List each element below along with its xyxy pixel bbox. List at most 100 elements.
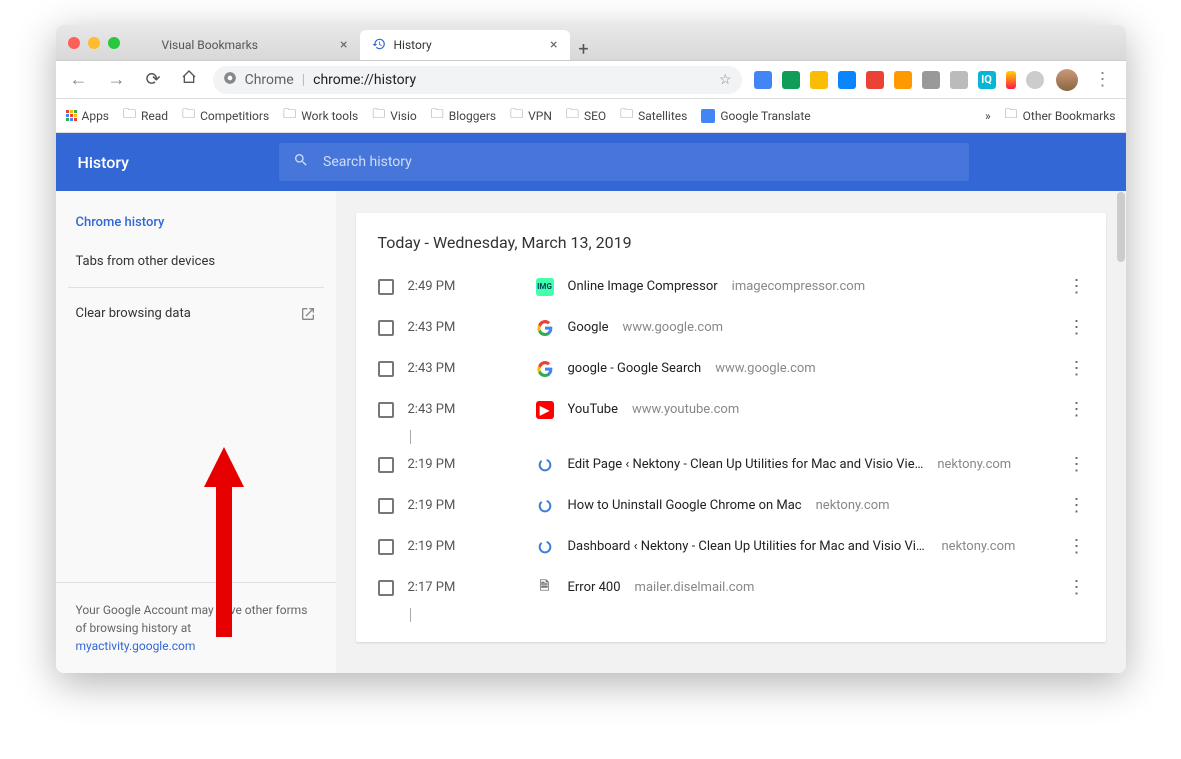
history-row[interactable]: 2:19 PMEdit Page ‹ Nektony - Clean Up Ut… <box>356 444 1106 485</box>
close-tab-icon[interactable]: × <box>340 37 347 53</box>
timeline-tick <box>410 608 1106 622</box>
history-row[interactable]: 2:43 PM▶YouTubewww.youtube.com⋮ <box>356 389 1106 430</box>
row-time: 2:17 PM <box>408 580 478 595</box>
history-row[interactable]: 2:19 PMDashboard ‹ Nektony - Clean Up Ut… <box>356 526 1106 567</box>
minimize-window-button[interactable] <box>88 37 100 49</box>
bookmark-other-bookmarks[interactable]: 🗀Other Bookmarks <box>1005 105 1116 127</box>
search-history-input[interactable]: Search history <box>279 143 969 181</box>
row-domain: imagecompressor.com <box>732 279 865 294</box>
row-title[interactable]: Edit Page ‹ Nektony - Clean Up Utilities… <box>568 457 924 472</box>
row-title[interactable]: Online Image Compressor <box>568 279 718 294</box>
scrollbar[interactable] <box>1116 191 1126 673</box>
forward-button[interactable]: → <box>104 65 130 94</box>
row-title[interactable]: Error 400 <box>568 580 621 595</box>
translate-icon <box>701 109 715 123</box>
tab-visual-bookmarks[interactable]: Visual Bookmarks × <box>150 30 360 60</box>
row-more-button[interactable]: ⋮ <box>1068 536 1084 557</box>
extension-bookmark-icon[interactable] <box>1006 71 1016 89</box>
row-time: 2:43 PM <box>408 320 478 335</box>
bookmark-folder-work-tools[interactable]: 🗀Work tools <box>283 105 358 127</box>
sidebar-tabs-other-devices[interactable]: Tabs from other devices <box>56 242 336 281</box>
row-checkbox[interactable] <box>378 580 394 596</box>
bookmark-folder-visio[interactable]: 🗀Visio <box>372 105 417 127</box>
scroll-thumb[interactable] <box>1117 192 1125 262</box>
row-title[interactable]: google - Google Search <box>568 361 702 376</box>
row-checkbox[interactable] <box>378 539 394 555</box>
extension-moz-icon[interactable] <box>894 71 912 89</box>
row-domain: nektony.com <box>937 457 1011 472</box>
bookmark-overflow-button[interactable]: » <box>985 109 991 123</box>
folder-icon: 🗀 <box>510 105 523 127</box>
address-bar[interactable]: Chrome | chrome://history ☆ <box>213 66 742 94</box>
bookmark-google-translate[interactable]: Google Translate <box>701 109 810 123</box>
apps-shortcut[interactable]: Apps <box>66 109 110 123</box>
extension-iq-icon[interactable]: IQ <box>978 71 996 89</box>
row-time: 2:43 PM <box>408 361 478 376</box>
row-more-button[interactable]: ⋮ <box>1068 358 1084 379</box>
sidebar-clear-browsing-data[interactable]: Clear browsing data <box>56 294 336 333</box>
extension-seoquake-icon[interactable] <box>866 71 884 89</box>
history-card: Today - Wednesday, March 13, 2019 2:49 P… <box>356 213 1106 642</box>
sidebar-chrome-history[interactable]: Chrome history <box>56 203 336 242</box>
row-title[interactable]: Google <box>568 320 609 335</box>
row-more-button[interactable]: ⋮ <box>1068 577 1084 598</box>
extension-similarweb-icon[interactable] <box>810 71 828 89</box>
bookmark-folder-competitors[interactable]: 🗀Competitiors <box>182 105 269 127</box>
row-checkbox[interactable] <box>378 279 394 295</box>
history-row[interactable]: 2:43 PMGooglewww.google.com⋮ <box>356 307 1106 348</box>
row-checkbox[interactable] <box>378 498 394 514</box>
close-window-button[interactable] <box>68 37 80 49</box>
page-title: History <box>78 153 130 172</box>
extension-privacy-icon[interactable] <box>950 71 968 89</box>
history-row[interactable]: 2:19 PM How to Uninstall Google Chrome on… <box>356 485 1106 526</box>
new-tab-button[interactable]: + <box>570 39 598 60</box>
footer-link-myactivity[interactable]: myactivity.google.com <box>76 639 196 653</box>
tab-history[interactable]: History × <box>360 30 570 60</box>
row-checkbox[interactable] <box>378 361 394 377</box>
row-more-button[interactable]: ⋮ <box>1068 399 1084 420</box>
row-more-button[interactable]: ⋮ <box>1068 495 1084 516</box>
sidebar-footer: Your Google Account may have other forms… <box>56 582 336 673</box>
extension-adblock-icon[interactable] <box>922 71 940 89</box>
tab-label: Visual Bookmarks <box>162 38 258 52</box>
row-more-button[interactable]: ⋮ <box>1068 317 1084 338</box>
bookmark-folder-bloggers[interactable]: 🗀Bloggers <box>431 105 496 127</box>
extension-misc-icon[interactable] <box>1026 71 1044 89</box>
maximize-window-button[interactable] <box>108 37 120 49</box>
bookmark-star-icon[interactable]: ☆ <box>719 72 732 88</box>
bookmark-folder-seo[interactable]: 🗀SEO <box>566 105 606 127</box>
history-main: Today - Wednesday, March 13, 2019 2:49 P… <box>336 133 1126 673</box>
address-scheme: Chrome <box>245 72 294 88</box>
row-title[interactable]: YouTube <box>568 402 619 417</box>
folder-icon: 🗀 <box>372 105 385 127</box>
bookmark-folder-satellites[interactable]: 🗀Satellites <box>620 105 687 127</box>
extension-grammarly-icon[interactable] <box>782 71 800 89</box>
timeline-tick <box>410 430 1106 444</box>
profile-avatar[interactable] <box>1056 69 1078 91</box>
folder-icon: 🗀 <box>123 105 136 127</box>
close-tab-icon[interactable]: × <box>550 37 557 53</box>
extension-translate-icon[interactable] <box>754 71 772 89</box>
history-row[interactable]: 2:43 PMgoogle - Google Searchwww.google.… <box>356 348 1106 389</box>
extension-ahrefs-icon[interactable] <box>838 71 856 89</box>
row-title[interactable]: Dashboard ‹ Nektony - Clean Up Utilities… <box>568 539 928 554</box>
external-link-icon <box>300 306 316 326</box>
row-time: 2:19 PM <box>408 498 478 513</box>
home-button[interactable] <box>177 65 201 94</box>
row-checkbox[interactable] <box>378 402 394 418</box>
bookmark-folder-read[interactable]: 🗀Read <box>123 105 168 127</box>
search-icon <box>293 152 309 172</box>
bookmark-folder-vpn[interactable]: 🗀VPN <box>510 105 552 127</box>
row-title[interactable]: How to Uninstall Google Chrome on Mac <box>568 498 802 513</box>
extension-icons: IQ <box>754 71 1044 89</box>
row-domain: nektony.com <box>816 498 890 513</box>
row-more-button[interactable]: ⋮ <box>1068 276 1084 297</box>
row-checkbox[interactable] <box>378 320 394 336</box>
row-checkbox[interactable] <box>378 457 394 473</box>
history-row[interactable]: 2:49 PMIMGOnline Image Compressorimageco… <box>356 266 1106 307</box>
back-button[interactable]: ← <box>66 65 92 94</box>
history-row[interactable]: 2:17 PM🗎Error 400mailer.diselmail.com⋮ <box>356 567 1106 608</box>
reload-button[interactable]: ⟳ <box>142 65 165 94</box>
chrome-menu-button[interactable]: ⋮ <box>1090 65 1116 94</box>
row-more-button[interactable]: ⋮ <box>1068 454 1084 475</box>
